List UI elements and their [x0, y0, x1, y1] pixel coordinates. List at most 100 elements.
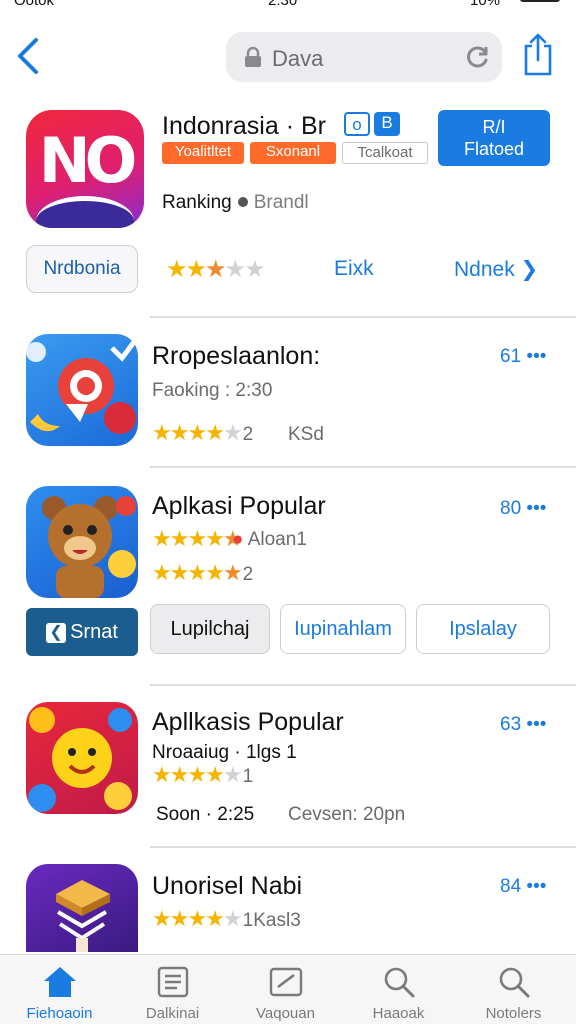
chip-smart[interactable]: ❮ Srnat [26, 608, 138, 656]
star-icon: ★ [187, 560, 207, 585]
app-subtitle-text: Aloan1 [247, 529, 307, 550]
clock: 2:30 [268, 0, 298, 9]
edit-icon [268, 965, 304, 999]
tab-label: Fiehoaoin [26, 1005, 93, 1022]
tab-search[interactable]: Haaoak [341, 955, 456, 1024]
divider [150, 316, 576, 318]
app-subtitle: Nroaaiug · 1lgs 1 [152, 742, 297, 763]
carrier-label: Ootok [14, 0, 55, 9]
lock-icon [242, 46, 264, 68]
app-title: Apllkasis Popular [152, 708, 344, 736]
bear-mascot-icon [26, 486, 138, 598]
filter-chips: ❮ Srnat Lupilchaj Iupinahlam Ipslalay [0, 604, 576, 656]
tab-notifications[interactable]: Notolers [456, 955, 571, 1024]
category-tag[interactable]: Tcalkoat [342, 142, 428, 164]
rating-count: 2 [242, 564, 254, 585]
app-row[interactable]: Aplkasi Popular ★★★★★ ● Aloan1 ★★★★★ 2 80… [0, 486, 576, 598]
get-button-line-2: Flatoed [463, 139, 525, 159]
star-icon: ★ [152, 906, 172, 931]
rating-count: 1Kasl3 [242, 910, 301, 931]
star-icon: ★ [205, 256, 226, 283]
link-eixk[interactable]: Eixk [334, 257, 374, 281]
app-title: Indonrasia · Br [162, 112, 326, 140]
ranking-value: Brandl [253, 192, 309, 213]
home-icon [42, 965, 78, 999]
nav-bar: Dava [0, 28, 576, 88]
category-tag[interactable]: Yoalitltet [162, 142, 244, 164]
tab-bar: Fiehoaoin Dalkinai Vaqouan Haaoak Notole… [0, 954, 576, 1024]
star-icon: ★ [152, 762, 172, 787]
tab-label: Notolers [485, 1005, 542, 1022]
rank-more-button[interactable]: 84 ••• [500, 876, 546, 898]
chip-smart-glyph: ❮ [46, 622, 67, 643]
app-meta: KSd [288, 424, 324, 445]
tab-edit[interactable]: Vaqouan [228, 955, 343, 1024]
rank-more-button[interactable]: 80 ••• [500, 498, 546, 520]
rating-stars: ★★★★★ [152, 526, 243, 552]
search-icon [381, 965, 417, 999]
get-button[interactable]: R/I Flatoed [438, 110, 550, 166]
battery-icon [520, 0, 560, 2]
rating-stars: ★★★★★ 2 [152, 420, 253, 446]
rank-more-button[interactable]: 61 ••• [500, 346, 546, 368]
app-title: Aplkasi Popular [152, 492, 326, 520]
star-icon: ★ [169, 526, 190, 551]
rating-stars: ★★★★★ [166, 255, 266, 284]
tab-home[interactable]: Fiehoaoin [2, 955, 117, 1024]
divider [150, 846, 576, 848]
app-meta-left: Soon · 2:25 [156, 804, 255, 825]
chat-bubble-icon [26, 334, 138, 446]
star-icon: ★ [205, 762, 225, 787]
stack-books-icon [26, 864, 138, 952]
app-meta-right: Cevsen: 20pn [288, 804, 406, 825]
star-icon: ★ [244, 256, 265, 283]
rating-stars: ★★★★★ 2 [152, 560, 253, 586]
separator-dot [237, 197, 248, 207]
divider [150, 466, 576, 468]
link-next[interactable]: Ndnek ❯ [454, 257, 538, 282]
category-tag[interactable]: Sxonanl [250, 142, 336, 164]
app-row[interactable]: Unorisel Nabi ★★★★★ 1Kasl3 84 ••• [0, 864, 576, 954]
rank-more-button[interactable]: 63 ••• [500, 714, 546, 736]
battery-percent: 10% [470, 0, 501, 9]
star-icon: ★ [169, 906, 190, 931]
star-icon: ★ [187, 420, 207, 445]
rating-stars: ★★★★★ 1 [152, 762, 253, 788]
chip-category[interactable]: Iupinahlam [280, 604, 406, 654]
chip-category[interactable]: Lupilchaj [150, 604, 270, 654]
chip-category[interactable]: Ipslalay [416, 604, 550, 654]
app-row[interactable]: Apllkasis Popular Nroaaiug · 1lgs 1 ★★★★… [0, 702, 576, 832]
title-badge: B [374, 112, 400, 136]
app-icon-monogram: NO [38, 124, 138, 197]
emoji-face-icon [26, 702, 138, 814]
back-chevron-icon[interactable] [14, 36, 44, 76]
star-icon: ★ [152, 526, 172, 551]
star-icon: ★ [205, 420, 225, 445]
app-icon[interactable]: NO [26, 110, 144, 228]
app-icon-arc [36, 196, 134, 228]
reload-icon[interactable] [464, 44, 490, 70]
chip-smart-label: Srnat [70, 621, 118, 643]
ranking-label: Ranking [162, 192, 232, 213]
address-search-field[interactable]: Dava [226, 32, 502, 82]
star-icon: ★ [185, 256, 207, 283]
featured-app-actions: Nrdbonia ★★★★★ Eixk Ndnek ❯ [0, 245, 576, 295]
star-icon: ★ [222, 560, 243, 585]
app-subtitle: ● Aloan1 [232, 529, 307, 550]
app-row[interactable]: Rropeslaanlon: Faoking : 2:30 ★★★★★ 2 KSd… [0, 334, 576, 454]
star-icon: ★ [222, 420, 243, 445]
star-icon: ★ [222, 906, 243, 931]
app-title: Rropeslaanlon: [152, 342, 321, 370]
share-icon[interactable] [522, 32, 554, 76]
star-icon: ★ [187, 526, 207, 551]
tab-list[interactable]: Dalkinai [115, 955, 230, 1024]
region-chip[interactable]: Nrdbonia [26, 245, 138, 293]
rating-count: 2 [242, 424, 254, 445]
star-icon: ★ [205, 906, 225, 931]
search-text: Dava [272, 46, 324, 71]
star-icon: ★ [205, 526, 225, 551]
list-icon [155, 965, 191, 999]
star-icon: ★ [169, 420, 190, 445]
star-icon: ★ [224, 256, 246, 283]
tab-label: Haaoak [372, 1005, 425, 1022]
